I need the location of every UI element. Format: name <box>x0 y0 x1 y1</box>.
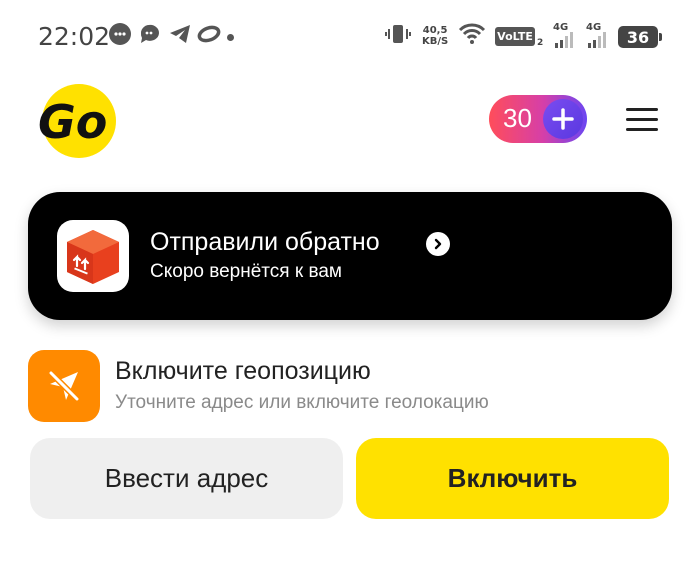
wifi-icon <box>458 22 486 46</box>
vibrate-icon <box>385 22 411 46</box>
go-logo[interactable]: Go <box>36 82 118 160</box>
delivery-title: Отправили обратно <box>150 228 380 256</box>
status-bar: 22:02 40,5 KB/S VoLTE 2 4G 4G 36 <box>0 0 700 76</box>
signal-icon <box>554 32 574 48</box>
package-box-icon <box>57 220 129 292</box>
enable-location-button[interactable]: Включить <box>356 438 669 519</box>
signal-icon-2 <box>587 32 607 48</box>
oval-app-icon <box>197 22 221 46</box>
status-time: 22:02 <box>38 22 111 51</box>
telegram-icon <box>168 22 192 46</box>
delivery-status-card[interactable]: Отправили обратно Скоро вернётся к вам <box>28 192 672 320</box>
message-icon <box>138 22 162 46</box>
geo-title: Включите геопозицию <box>115 357 371 385</box>
chevron-right-icon <box>426 232 450 256</box>
enter-address-button[interactable]: Ввести адрес <box>30 438 343 519</box>
network-speed: 40,5 KB/S <box>422 25 449 47</box>
battery-indicator: 36 <box>618 26 662 48</box>
plus-icon <box>543 99 583 139</box>
plus-points-badge[interactable]: 30 <box>489 95 587 143</box>
plus-points-count: 30 <box>503 103 532 133</box>
geo-subtitle: Уточните адрес или включите геолокацию <box>115 392 489 413</box>
more-notifications-dot <box>227 34 234 41</box>
delivery-subtitle: Скоро вернётся к вам <box>150 261 342 282</box>
location-off-icon <box>28 350 100 422</box>
logo-text: Go <box>38 95 107 149</box>
hamburger-menu-icon[interactable] <box>626 108 658 132</box>
volte-badge: VoLTE <box>495 27 535 46</box>
volte-sim-number: 2 <box>537 38 544 48</box>
chat-bubble-icon <box>108 22 132 46</box>
